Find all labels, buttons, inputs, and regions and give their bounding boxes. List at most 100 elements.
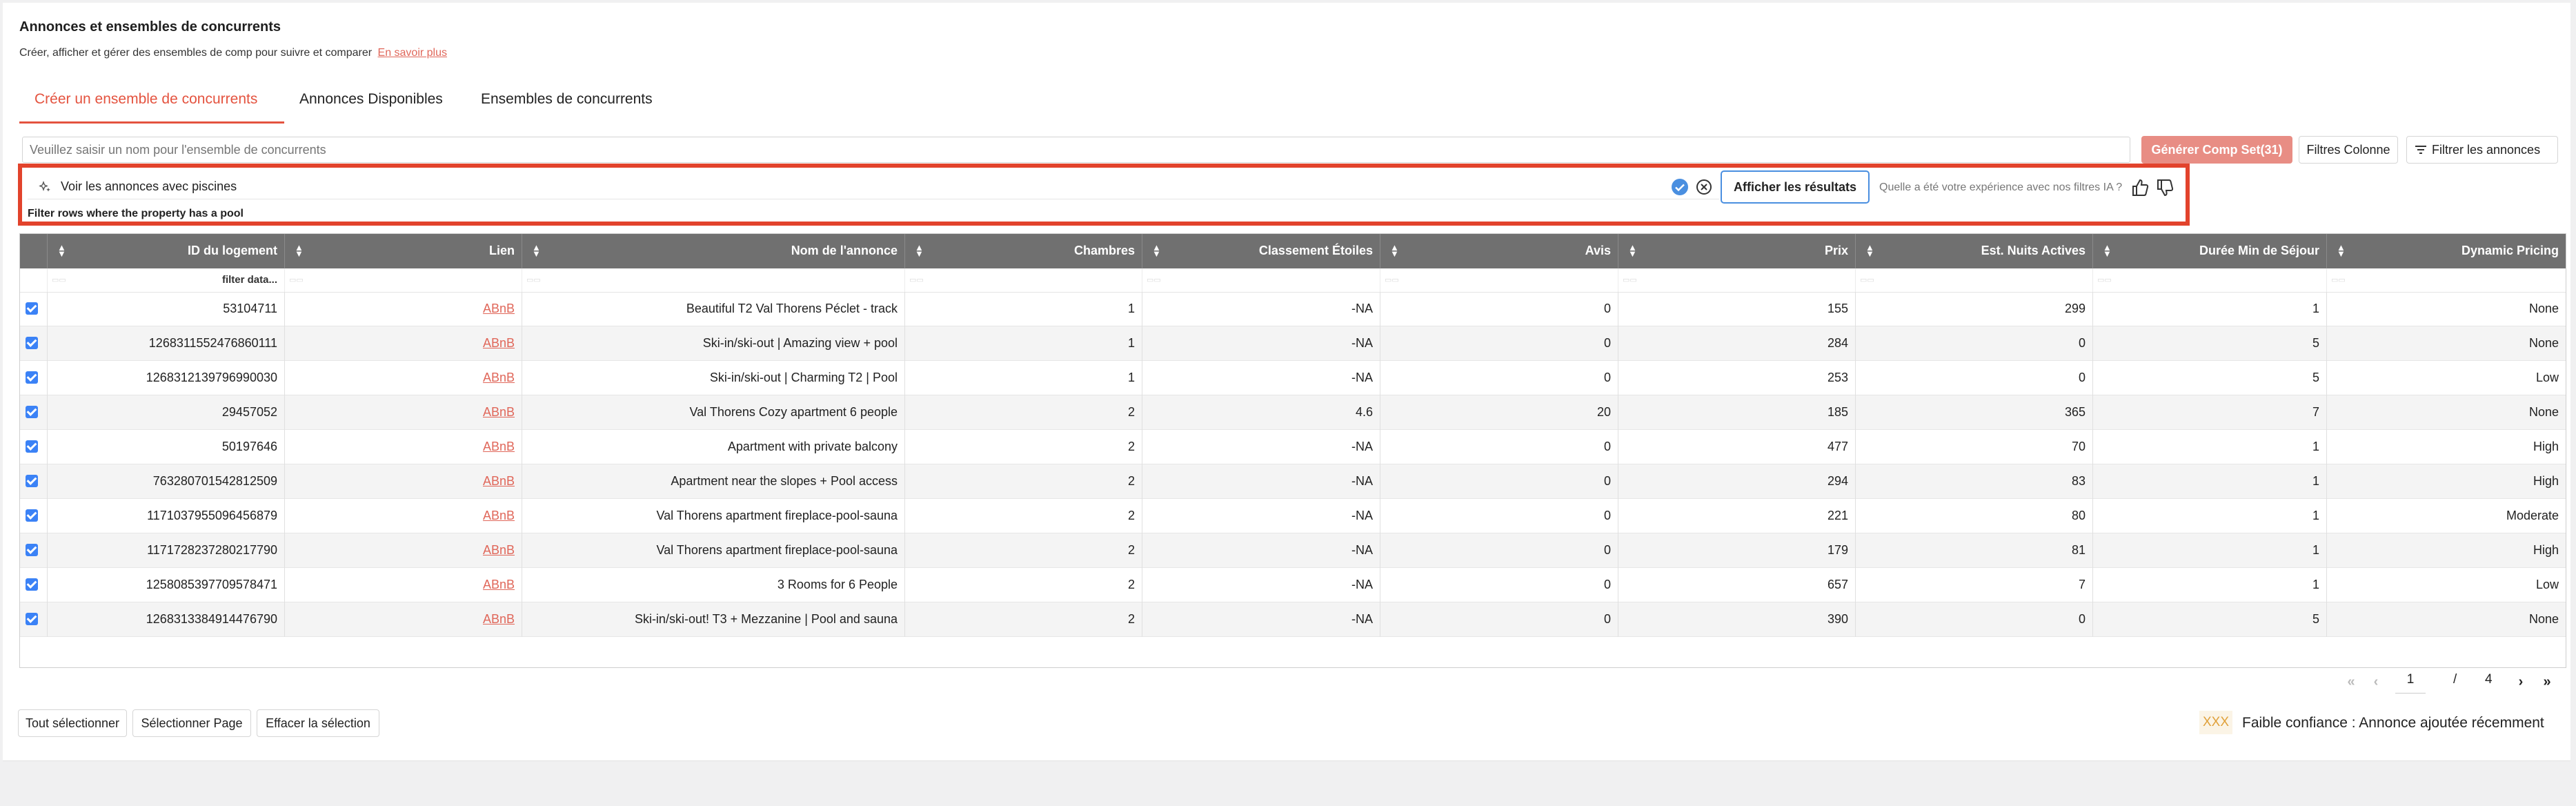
filter-input-link[interactable]: ▭▭	[285, 268, 522, 292]
prev-page-icon[interactable]: ‹	[2365, 671, 2387, 693]
tab-compsets[interactable]: Ensembles de concurrents	[481, 91, 653, 108]
cell-link[interactable]: ABnB	[285, 602, 522, 637]
table-row[interactable]: 50197646 ABnB Apartment with private balco…	[20, 430, 2566, 464]
main-panel: Annonces et ensembles de concurrents Cré…	[3, 3, 2570, 761]
filter-input-dynamic-pricing[interactable]: ▭▭	[2327, 268, 2566, 292]
cell-link[interactable]: ABnB	[285, 464, 522, 499]
filter-listings-button[interactable]: Filtrer les annonces	[2406, 136, 2558, 164]
cell-value: -NA	[1351, 543, 1373, 557]
row-checkbox[interactable]	[26, 544, 38, 556]
learn-more-link[interactable]: En savoir plus	[378, 47, 448, 59]
row-checkbox[interactable]	[26, 578, 38, 591]
table-row[interactable]: 763280701542812509 ABnB Apartment near the…	[20, 464, 2566, 499]
filter-input-min-stay[interactable]: ▭▭	[2093, 268, 2327, 292]
cell-dynamic-pricing: Moderate	[2327, 499, 2566, 533]
header-dynamic-pricing[interactable]: ▲ ▼ Dynamic Pricing	[2327, 234, 2566, 268]
listing-link[interactable]: ABnB	[483, 612, 515, 627]
next-page-icon[interactable]: ›	[2510, 671, 2532, 693]
thumbs-down-icon[interactable]	[2155, 177, 2176, 202]
row-checkbox[interactable]	[26, 613, 38, 625]
header-bedrooms[interactable]: ▲ ▼ Chambres	[905, 234, 1142, 268]
cell-stars: -NA	[1142, 464, 1380, 499]
listing-link[interactable]: ABnB	[483, 405, 515, 420]
generate-compset-button[interactable]: Générer Comp Set(31)	[2141, 136, 2292, 164]
filter-input-id[interactable]: ▭▭ filter data...	[48, 268, 285, 292]
cell-link[interactable]: ABnB	[285, 292, 522, 326]
clear-selection-button[interactable]: Effacer la sélection	[257, 709, 379, 737]
header-min-stay[interactable]: ▲ ▼ Durée Min de Séjour	[2093, 234, 2327, 268]
table-row[interactable]: 29457052 ABnB Val Thorens Cozy apartment 6…	[20, 395, 2566, 430]
cell-reviews: 0	[1380, 464, 1618, 499]
table-row[interactable]: 53104711 ABnB Beautiful T2 Val Thorens Péc…	[20, 292, 2566, 326]
cell-link[interactable]: ABnB	[285, 395, 522, 430]
filter-input-reviews[interactable]: ▭▭	[1380, 268, 1618, 292]
row-checkbox[interactable]	[26, 406, 38, 418]
column-filters-button[interactable]: Filtres Colonne	[2299, 136, 2398, 164]
filter-input-price[interactable]: ▭▭	[1618, 268, 1856, 292]
cell-link[interactable]: ABnB	[285, 326, 522, 361]
cell-value: None	[2528, 612, 2559, 626]
show-results-button[interactable]: Afficher les résultats	[1721, 170, 1870, 204]
thumbs-up-icon[interactable]	[2130, 177, 2151, 202]
clear-circle-icon[interactable]	[1696, 179, 1712, 199]
cell-dynamic-pricing: High	[2327, 533, 2566, 568]
listing-link[interactable]: ABnB	[483, 474, 515, 489]
cell-value: 1171728237280217790	[147, 543, 277, 557]
filter-menu-icon: ▭▭	[1385, 276, 1399, 284]
select-all-button[interactable]: Tout sélectionner	[18, 709, 127, 737]
cell-link[interactable]: ABnB	[285, 361, 522, 395]
table-row[interactable]: 1268313384914476790 ABnB Ski-in/ski-out! T…	[20, 602, 2566, 637]
header-id[interactable]: ▲ ▼ ID du logement	[48, 234, 285, 268]
tab-create-compset[interactable]: Créer un ensemble de concurrents	[34, 91, 257, 108]
header-price[interactable]: ▲ ▼ Prix	[1618, 234, 1856, 268]
cell-link[interactable]: ABnB	[285, 533, 522, 568]
header-link[interactable]: ▲ ▼ Lien	[285, 234, 522, 268]
header-active-nights[interactable]: ▲ ▼ Est. Nuits Actives	[1856, 234, 2093, 268]
tab-available-listings[interactable]: Annonces Disponibles	[299, 91, 443, 108]
cell-link[interactable]: ABnB	[285, 499, 522, 533]
row-checkbox[interactable]	[26, 475, 38, 487]
listing-link[interactable]: ABnB	[483, 440, 515, 454]
header-reviews[interactable]: ▲ ▼ Avis	[1380, 234, 1618, 268]
listing-link[interactable]: ABnB	[483, 578, 515, 592]
cell-id: 29457052	[48, 395, 285, 430]
sort-icon: ▲ ▼	[915, 242, 924, 259]
sort-icon: ▲ ▼	[1390, 242, 1399, 259]
first-page-icon[interactable]: «	[2340, 671, 2362, 693]
filter-input-bedrooms[interactable]: ▭▭	[905, 268, 1142, 292]
cell-name: Ski-in/ski-out! T3 + Mezzanine | Pool an…	[522, 602, 905, 637]
cell-value: Moderate	[2506, 509, 2559, 522]
listing-link[interactable]: ABnB	[483, 371, 515, 385]
filter-input-active-nights[interactable]: ▭▭	[1856, 268, 2093, 292]
cell-id: 53104711	[48, 292, 285, 326]
table-row[interactable]: 1268311552476860111 ABnB Ski-in/ski-out | …	[20, 326, 2566, 361]
listing-link[interactable]: ABnB	[483, 302, 515, 316]
filter-input-name[interactable]: ▭▭	[522, 268, 905, 292]
table-row[interactable]: 1171037955096456879 ABnB Val Thorens apart…	[20, 499, 2566, 533]
cell-link[interactable]: ABnB	[285, 430, 522, 464]
current-page-input[interactable]: 1	[2395, 672, 2426, 694]
listing-link[interactable]: ABnB	[483, 336, 515, 351]
header-name[interactable]: ▲ ▼ Nom de l'annonce	[522, 234, 905, 268]
filter-input-stars[interactable]: ▭▭	[1142, 268, 1380, 292]
last-page-icon[interactable]: »	[2536, 671, 2558, 693]
cell-value: 0	[1603, 302, 1611, 315]
listing-link[interactable]: ABnB	[483, 509, 515, 523]
ai-query-input[interactable]: Voir les annonces avec piscines	[28, 175, 1719, 199]
cell-bedrooms: 2	[905, 533, 1142, 568]
row-checkbox[interactable]	[26, 440, 38, 453]
cell-reviews: 0	[1380, 602, 1618, 637]
row-checkbox[interactable]	[26, 509, 38, 522]
cell-link[interactable]: ABnB	[285, 568, 522, 602]
cell-price: 185	[1618, 395, 1856, 430]
table-row[interactable]: 1171728237280217790 ABnB Val Thorens apart…	[20, 533, 2566, 568]
header-stars[interactable]: ▲ ▼ Classement Étoiles	[1142, 234, 1380, 268]
compset-name-input[interactable]	[22, 137, 2130, 163]
table-row[interactable]: 1268312139796990030 ABnB Ski-in/ski-out | …	[20, 361, 2566, 395]
row-checkbox[interactable]	[26, 371, 38, 384]
table-row[interactable]: 1258085397709578471 ABnB 3 Rooms for 6 Peo…	[20, 568, 2566, 602]
row-checkbox[interactable]	[26, 337, 38, 349]
listing-link[interactable]: ABnB	[483, 543, 515, 558]
row-checkbox[interactable]	[26, 302, 38, 315]
select-page-button[interactable]: Sélectionner Page	[132, 709, 251, 737]
